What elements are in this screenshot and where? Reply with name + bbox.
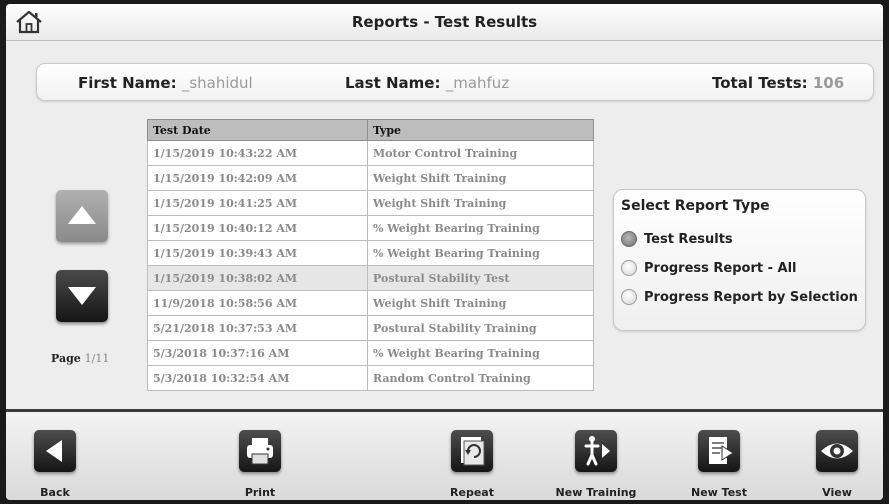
new-training-label: New Training [555,486,637,499]
page-label: Page [51,352,81,365]
new-training-icon-tile [575,430,617,472]
print-icon-tile [239,430,281,472]
cell-test-date: 1/15/2019 10:39:43 AM [147,240,368,266]
cell-test-date: 1/15/2019 10:41:25 AM [147,190,368,216]
radio-label: Test Results [644,231,733,247]
table-row[interactable]: 5/3/2018 10:32:54 AM Random Control Train… [147,365,594,391]
first-name-label: First Name: [78,74,177,92]
table-row[interactable]: 1/15/2019 10:40:12 AM% Weight Bearing Tr… [147,215,594,241]
back-button[interactable]: Back [9,412,101,500]
repeat-button[interactable]: Repeat [426,412,518,500]
cell-test-date: 1/15/2019 10:42:09 AM [147,165,368,191]
table-row[interactable]: 1/15/2019 10:43:22 AM Motor Control Train… [147,140,594,166]
cell-type: Weight Shift Training [367,290,594,316]
cell-type: Weight Shift Training [367,190,594,216]
radio-progress-report-all[interactable]: Progress Report - All [621,260,797,276]
cell-type: % Weight Bearing Training [367,215,594,241]
radio-progress-report-by-selection[interactable]: Progress Report by Selection [621,289,858,305]
page-number: 1/11 [84,352,110,365]
table-row[interactable]: 5/3/2018 10:37:16 AM% Weight Bearing Tra… [147,340,594,366]
repeat-icon-tile [451,430,493,472]
column-header-type[interactable]: Type [367,119,594,141]
last-name: Last Name: _mahfuz [345,74,509,92]
table-row[interactable]: 5/21/2018 10:37:53 AM Postural Stability … [147,315,594,341]
back-arrow-icon [46,440,62,462]
radio-test-results[interactable]: Test Results [621,231,733,247]
print-button[interactable]: Print [214,412,306,500]
table-row[interactable]: 11/9/2018 10:58:56 AM Weight Shift Traini… [147,290,594,316]
cell-test-date: 5/3/2018 10:37:16 AM [147,340,368,366]
radio-checked-icon[interactable] [621,231,637,247]
cell-test-date: 1/15/2019 10:38:02 AM [147,265,368,291]
triangle-up-icon [68,206,96,224]
repeat-icon [461,437,485,466]
cell-test-date: 11/9/2018 10:58:56 AM [147,290,368,316]
scroll-up-button[interactable] [56,190,108,242]
table-row[interactable]: 1/15/2019 10:42:09 AM Weight Shift Traini… [147,165,594,191]
printer-icon [247,438,273,465]
radio-unchecked-icon[interactable] [621,260,637,276]
view-label: View [822,486,852,499]
cell-type: Motor Control Training [367,140,594,166]
page-indicator: Page 1/11 [51,352,109,365]
total-tests: Total Tests: 106 [712,74,844,92]
print-label: Print [244,486,276,499]
test-results-table: Test Date Type 1/15/2019 10:43:22 AM Moto… [147,119,594,391]
new-test-label: New Test [691,486,747,499]
last-name-value: _mahfuz [445,74,510,92]
view-icon-tile [816,430,858,472]
back-icon-tile [34,430,76,472]
new-training-button[interactable]: New Training [550,412,642,500]
scroll-down-button[interactable] [56,270,108,322]
table-header-row: Test Date Type [147,119,594,141]
first-name-value: _shahidul [181,74,253,92]
new-test-icon-tile [698,430,740,472]
cell-type: % Weight Bearing Training [367,240,594,266]
cell-test-date: 1/15/2019 10:40:12 AM [147,215,368,241]
report-type-title: Select Report Type [621,198,770,214]
new-test-button[interactable]: New Test [673,412,765,500]
last-name-label: Last Name: [345,74,441,92]
total-tests-label: Total Tests: [712,74,808,92]
table-row[interactable]: 1/15/2019 10:39:43 AM% Weight Bearing Tr… [147,240,594,266]
patient-info-bar: First Name: _shahidul Last Name: _mahfuz… [36,63,874,101]
repeat-label: Repeat [450,486,494,499]
radio-label: Progress Report by Selection [644,289,858,305]
title-bar: Reports - Test Results [6,4,883,41]
radio-unchecked-icon[interactable] [621,289,637,305]
cell-type: Postural Stability Training [367,315,594,341]
cell-test-date: 1/15/2019 10:43:22 AM [147,140,368,166]
bottom-toolbar: Back Print Repeat New Training New Test … [6,409,883,500]
first-name: First Name: _shahidul [78,74,253,92]
cell-type: Random Control Training [367,365,594,391]
table-row[interactable]: 1/15/2019 10:41:25 AM Weight Shift Traini… [147,190,594,216]
table-row-selected[interactable]: 1/15/2019 10:38:02 AM Postural Stability … [147,265,594,291]
cell-type: % Weight Bearing Training [367,340,594,366]
back-label: Back [40,486,70,499]
main-content: First Name: _shahidul Last Name: _mahfuz… [6,41,883,409]
triangle-down-icon [68,287,96,305]
training-figure-icon [584,436,610,466]
new-test-icon [709,437,734,464]
total-tests-value: 106 [812,74,845,92]
cell-test-date: 5/21/2018 10:37:53 AM [147,315,368,341]
view-button[interactable]: View [791,412,883,500]
eye-icon [821,443,853,459]
column-header-test-date[interactable]: Test Date [147,119,368,141]
radio-label: Progress Report - All [644,260,797,276]
cell-type: Weight Shift Training [367,165,594,191]
app-window: Reports - Test Results First Name: _shah… [6,4,883,500]
page-title: Reports - Test Results [351,13,538,31]
cell-test-date: 5/3/2018 10:32:54 AM [147,365,368,391]
cell-type: Postural Stability Test [367,265,594,291]
report-type-panel: Select Report Type Test Results Progress… [613,189,866,331]
